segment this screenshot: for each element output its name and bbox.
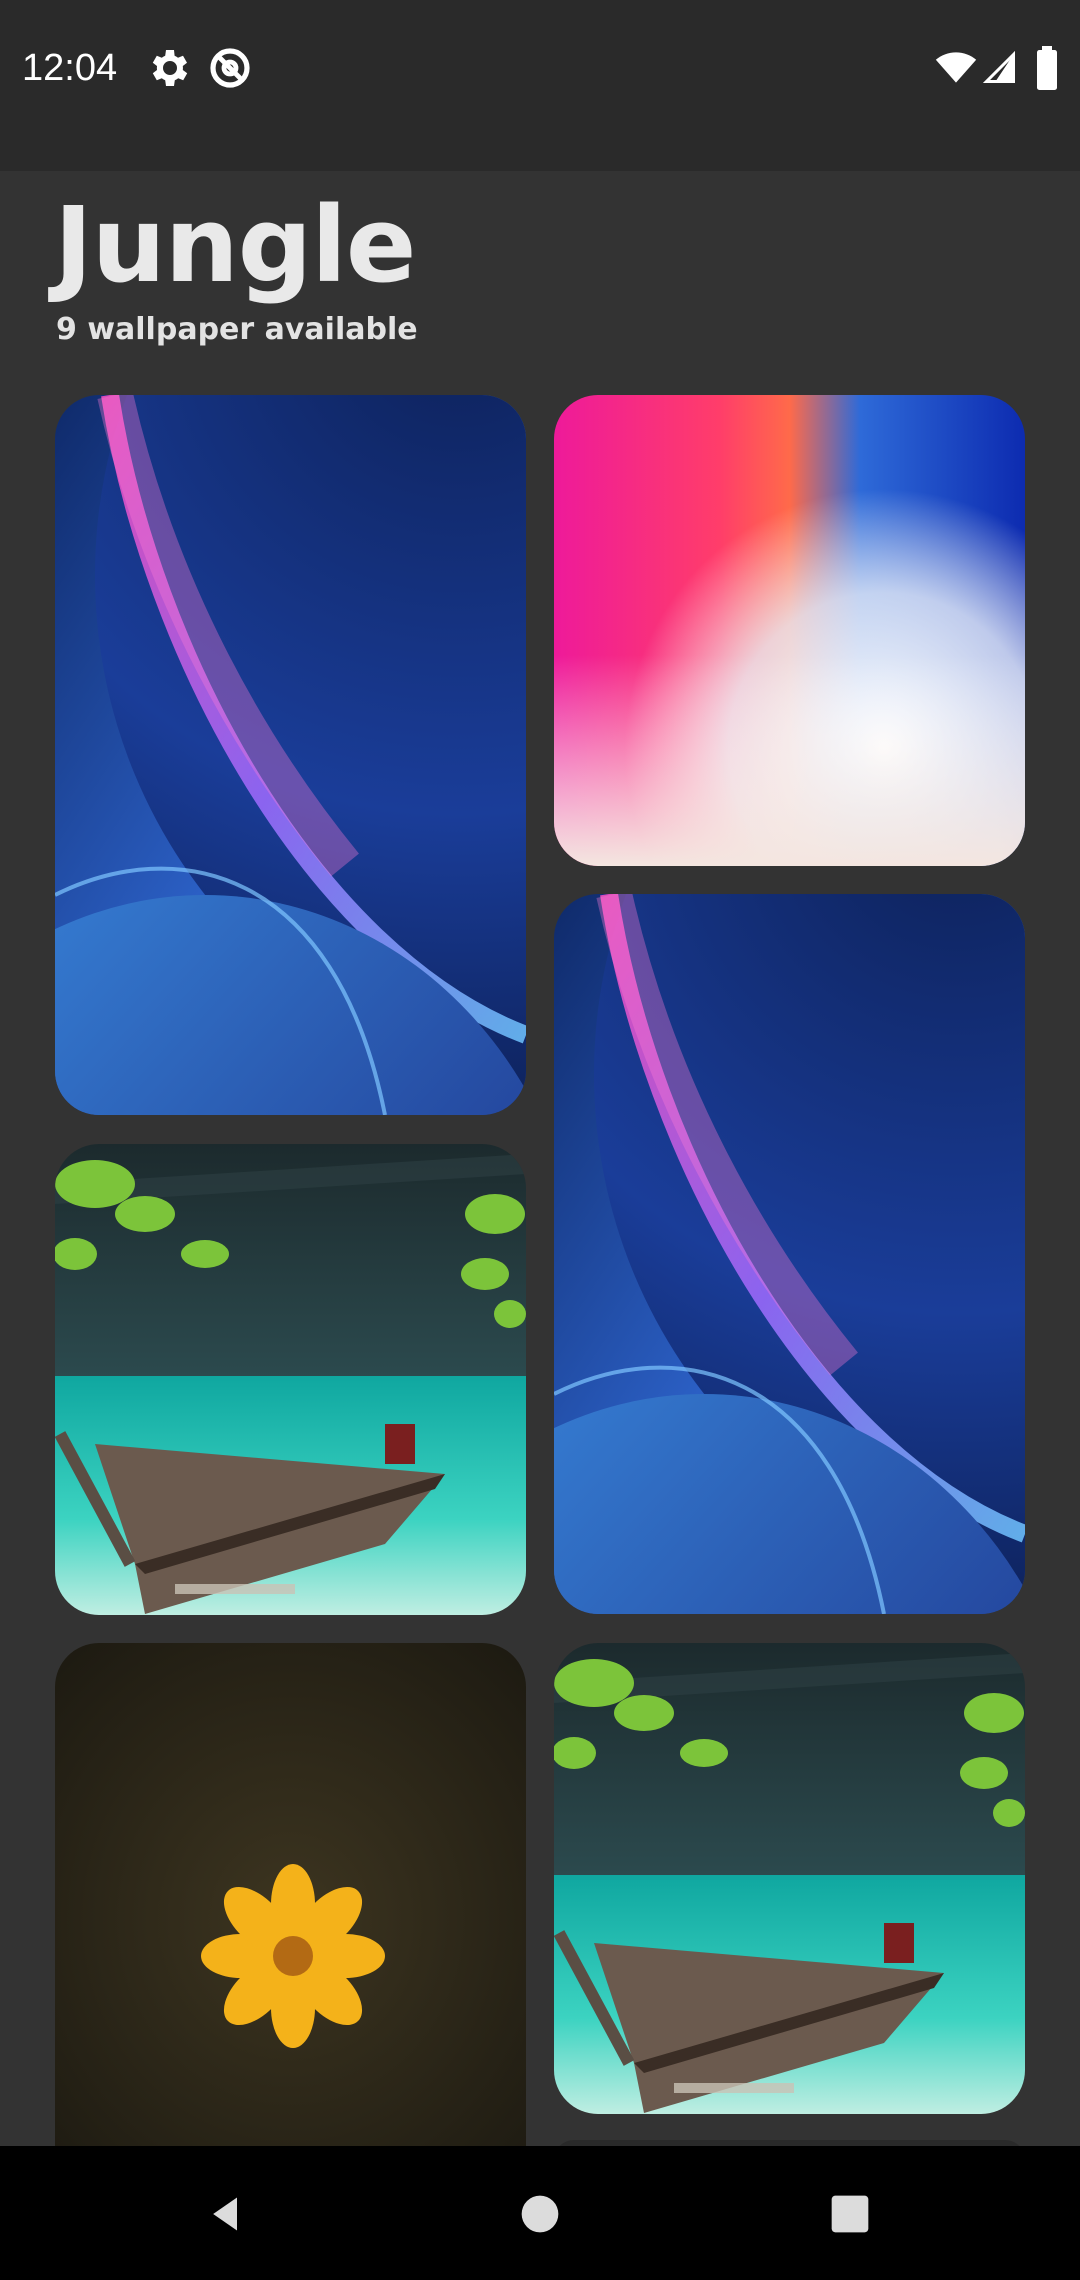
wallpaper-tile-1[interactable] [55,395,526,1115]
page-title: Jungle [54,184,416,306]
cellular-signal-icon [982,44,1018,92]
wallpaper-tile-6[interactable] [554,1643,1025,2114]
wallpaper-tile-4[interactable] [55,1144,526,1615]
settings-gear-icon [146,44,194,92]
navigation-bar [0,2146,1080,2280]
at-sign-icon [206,44,254,92]
battery-icon [1034,44,1060,92]
wallpaper-tile-5[interactable] [55,1643,526,2146]
status-bar: 12:04 [0,0,1080,171]
wallpaper-count: 9 wallpaper available [56,312,418,347]
status-time: 12:04 [22,47,118,89]
home-icon[interactable] [502,2176,578,2252]
wallpaper-gallery-screen: 12:04 Jungle 9 wallpaper available [0,0,1080,2280]
wallpaper-tile-2[interactable] [554,395,1025,866]
wifi-icon [934,44,978,92]
wallpaper-tile-3[interactable] [554,894,1025,1614]
back-icon[interactable] [188,2176,264,2252]
recents-icon[interactable] [812,2176,888,2252]
